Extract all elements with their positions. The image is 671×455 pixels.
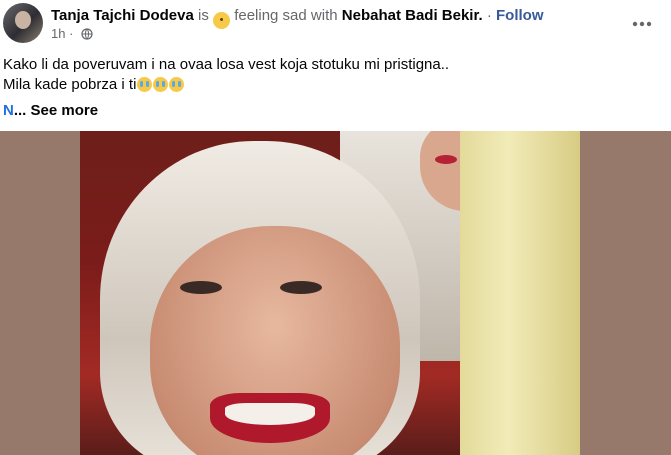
photo-eye-left [180, 281, 222, 294]
meta-separator: · [69, 26, 74, 41]
sad-face-icon: • [213, 12, 231, 29]
crying-face-icon [137, 77, 153, 92]
tagged-name[interactable]: Nebahat Badi Bekir. [342, 7, 483, 24]
post-header: Tanja Tajchi Dodeva is • feeling sad wit… [0, 0, 671, 50]
see-more-link[interactable]: ... See more [14, 102, 98, 119]
post-photo[interactable] [80, 131, 580, 455]
is-text: is [198, 7, 209, 24]
photo-eye-right [280, 281, 322, 294]
post-text-line-2-text: Mila kade pobrza i ti [3, 76, 137, 93]
post-time[interactable]: 1h [51, 26, 65, 41]
feeling-text: feeling sad with [234, 7, 338, 24]
post-text-line-1: Kako li da poveruvam i na ovaa losa vest… [3, 56, 450, 73]
post-author-line: Tanja Tajchi Dodeva is • feeling sad wit… [51, 6, 544, 29]
globe-icon [81, 28, 93, 40]
avatar[interactable] [3, 3, 43, 43]
crying-face-icon [169, 77, 185, 92]
photo-scarf [460, 131, 580, 455]
photo-teeth [225, 403, 315, 425]
post-text-line-2: Mila kade pobrza i ti [3, 75, 663, 95]
post-text: Kako li da poveruvam i na ovaa losa vest… [3, 55, 663, 95]
post-meta: 1h · [51, 26, 93, 42]
photo-second-person-lips [435, 155, 457, 164]
more-horizontal-icon [632, 21, 652, 27]
crying-face-icon [153, 77, 169, 92]
more-options-button[interactable] [624, 6, 660, 42]
see-more-line: N... See more [3, 101, 98, 121]
see-more-prefix[interactable]: N [3, 102, 14, 119]
post-media[interactable] [0, 131, 671, 455]
separator: · [486, 7, 492, 24]
follow-link[interactable]: Follow [496, 7, 544, 24]
author-name[interactable]: Tanja Tajchi Dodeva [51, 7, 194, 24]
